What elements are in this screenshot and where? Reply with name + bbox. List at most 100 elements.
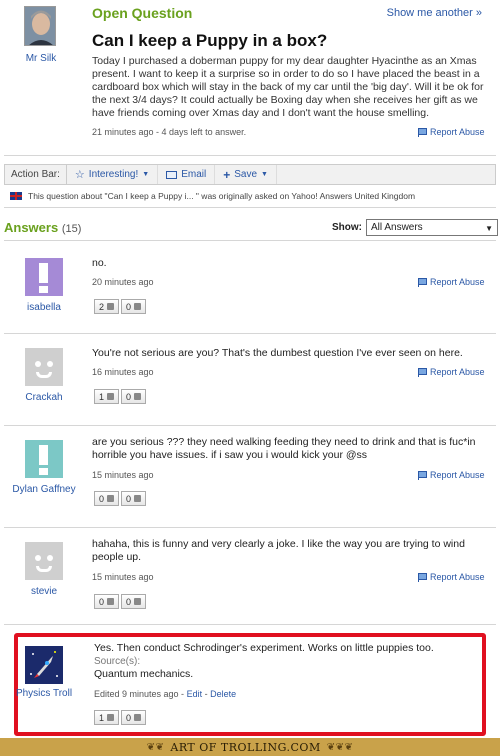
- report-abuse-label: Report Abuse: [430, 470, 485, 480]
- edit-line: Edited 9 minutes ago - Edit - Delete: [94, 689, 236, 699]
- email-label: Email: [181, 169, 207, 180]
- answerer-name[interactable]: Physics Troll: [10, 688, 78, 700]
- thumbs-up-count: 0: [99, 493, 105, 504]
- answer-time: 15 minutes ago: [92, 470, 154, 480]
- page: Mr Silk Open Question Show me another » …: [0, 0, 500, 756]
- chevron-down-icon: ▼: [261, 171, 268, 178]
- thumbs-up-count: 2: [99, 301, 105, 312]
- edit-link[interactable]: Edit: [187, 689, 203, 699]
- avatar[interactable]: [25, 542, 63, 580]
- thumbs-up-icon: [107, 393, 115, 400]
- thumbs-down-icon: [134, 598, 142, 605]
- thumbs-up-button[interactable]: 0: [94, 491, 120, 506]
- flag-icon: [418, 470, 427, 480]
- uk-flag-icon: [10, 192, 22, 200]
- email-button[interactable]: Email: [158, 165, 216, 184]
- divider: [4, 624, 496, 625]
- avatar[interactable]: [24, 6, 56, 46]
- rocket-icon: [25, 646, 63, 684]
- asker-name[interactable]: Mr Silk: [18, 53, 64, 64]
- open-question-label: Open Question: [92, 5, 193, 21]
- star-icon: ☆: [74, 169, 85, 181]
- thumbs-up-button[interactable]: 2: [94, 299, 120, 314]
- thumbs-down-button[interactable]: 0: [121, 299, 147, 314]
- divider: [4, 207, 496, 208]
- thumbs-down-icon: [134, 714, 142, 721]
- report-abuse-label: Report Abuse: [430, 127, 485, 137]
- report-abuse-label: Report Abuse: [430, 367, 485, 377]
- avatar[interactable]: [25, 348, 63, 386]
- interesting-label: Interesting!: [88, 169, 139, 180]
- delete-link[interactable]: Delete: [210, 689, 236, 699]
- report-abuse-link[interactable]: Report Abuse: [418, 127, 485, 137]
- exclamation-icon: [39, 445, 48, 465]
- origin-note: This question about "Can I keep a Puppy …: [10, 191, 415, 201]
- smiley-mouth: [36, 372, 52, 378]
- sources-label: Source(s):: [94, 656, 141, 667]
- user-photo-icon: [25, 7, 55, 45]
- flag-icon: [418, 277, 427, 287]
- thumbs-down-button[interactable]: 0: [121, 594, 147, 609]
- interesting-button[interactable]: ☆ Interesting! ▼: [67, 165, 159, 184]
- thumbs-up-count: 1: [99, 712, 105, 723]
- chevron-down-icon: ▼: [142, 171, 150, 178]
- smiley-face-icon: [35, 555, 41, 561]
- answerer-name[interactable]: Crackah: [10, 392, 78, 404]
- thumbs-up-button[interactable]: 1: [94, 710, 120, 725]
- separator: -: [202, 689, 211, 699]
- divider: [4, 240, 496, 241]
- show-another-link[interactable]: Show me another »: [387, 7, 482, 19]
- save-label: Save: [234, 169, 258, 180]
- answers-heading: Answers (15): [4, 220, 81, 235]
- plus-icon: +: [223, 167, 231, 182]
- answer-filter-select[interactable]: All Answers ▼: [366, 219, 498, 236]
- answer-time: 16 minutes ago: [92, 367, 154, 377]
- question-title: Can I keep a Puppy in a box?: [92, 31, 328, 50]
- divider: [4, 425, 496, 426]
- smiley-eye: [47, 361, 53, 367]
- thumbs-down-button[interactable]: 0: [121, 491, 147, 506]
- thumbs-up-icon: [107, 598, 115, 605]
- smiley-eye: [47, 555, 53, 561]
- question-body: Today I purchased a doberman puppy for m…: [92, 55, 484, 119]
- source-text: Quantum mechanics.: [94, 668, 194, 680]
- answer-text: Yes. Then conduct Schrodinger's experime…: [94, 642, 434, 654]
- ornament-icon: ❦❦: [146, 741, 165, 753]
- thumbs-down-count: 0: [126, 493, 132, 504]
- avatar[interactable]: [25, 440, 63, 478]
- vote-buttons: 0 0: [94, 491, 147, 506]
- avatar[interactable]: [25, 258, 63, 296]
- answers-title: Answers: [4, 220, 59, 235]
- thumbs-up-button[interactable]: 0: [94, 594, 120, 609]
- question-meta: 21 minutes ago - 4 days left to answer.: [92, 127, 247, 137]
- smiley-face-icon: [35, 361, 41, 367]
- thumbs-down-button[interactable]: 0: [121, 710, 147, 725]
- thumbs-down-count: 0: [126, 596, 132, 607]
- vote-buttons: 0 0: [94, 594, 147, 609]
- report-abuse-link[interactable]: Report Abuse: [418, 572, 485, 582]
- origin-text: This question about "Can I keep a Puppy …: [28, 191, 416, 201]
- thumbs-up-icon: [107, 303, 115, 310]
- report-abuse-link[interactable]: Report Abuse: [418, 277, 485, 287]
- action-bar: Action Bar: ☆ Interesting! ▼ Email + Sav…: [4, 164, 496, 185]
- answer-time: 20 minutes ago: [92, 277, 154, 287]
- answer-text: are you serious ??? they need walking fe…: [92, 436, 476, 461]
- chevron-down-icon: ▼: [485, 224, 493, 233]
- question-panel: Mr Silk Open Question Show me another » …: [0, 0, 500, 160]
- save-button[interactable]: + Save ▼: [215, 165, 277, 184]
- thumbs-down-icon: [134, 303, 142, 310]
- vote-buttons: 2 0: [94, 299, 147, 314]
- thumbs-up-button[interactable]: 1: [94, 389, 120, 404]
- answerer-name[interactable]: stevie: [10, 586, 78, 598]
- exclamation-dot: [39, 286, 48, 293]
- email-icon: [166, 170, 178, 179]
- thumbs-down-button[interactable]: 0: [121, 389, 147, 404]
- flag-icon: [418, 367, 427, 377]
- avatar[interactable]: [25, 646, 63, 684]
- thumbs-up-icon: [107, 495, 115, 502]
- answerer-name[interactable]: Dylan Gaffney: [10, 484, 78, 496]
- answerer-name[interactable]: isabella: [10, 302, 78, 314]
- report-abuse-link[interactable]: Report Abuse: [418, 367, 485, 377]
- report-abuse-link[interactable]: Report Abuse: [418, 470, 485, 480]
- thumbs-down-count: 0: [126, 301, 132, 312]
